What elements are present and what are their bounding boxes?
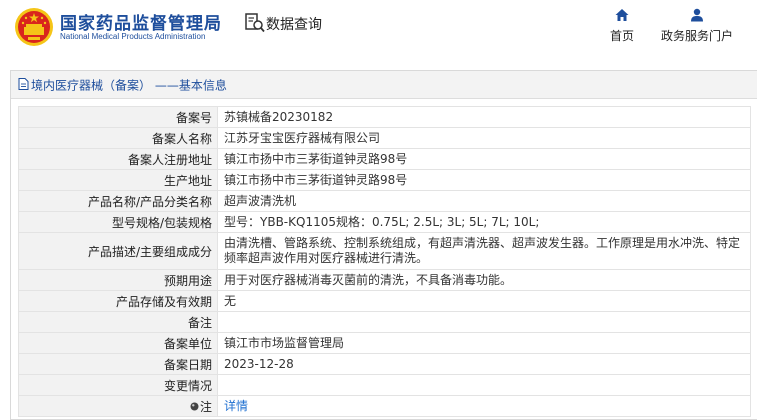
row-value: 超声波清洗机 (217, 190, 751, 212)
note-value-cell: 详情 (217, 395, 751, 417)
row-value: 用于对医疗器械消毒灭菌前的清洗，不具备消毒功能。 (217, 269, 751, 291)
data-query-label[interactable]: 数据查询 (266, 14, 322, 34)
row-value: 型号：YBB-KQ1105规格：0.75L; 2.5L; 3L; 5L; 7L;… (217, 211, 751, 233)
row-value: 2023-12-28 (217, 353, 751, 375)
table-row: 产品描述/主要组成成分 由清洗槽、管路系统、控制系统组成，有超声清洗器、超声波发… (18, 232, 751, 270)
row-value: 无 (217, 290, 751, 312)
row-label: 产品描述/主要组成成分 (18, 232, 218, 270)
table-row: 备注 (18, 311, 751, 333)
table-row: 变更情况 (18, 374, 751, 396)
nav-home-label: 首页 (609, 29, 634, 43)
row-label: 备案号 (18, 106, 218, 128)
national-emblem-icon[interactable] (14, 7, 54, 47)
row-label: 生产地址 (18, 169, 218, 191)
detail-panel: 境内医疗器械（备案） ——基本信息 备案号 苏镇械备20230182 备案人名称… (10, 70, 757, 420)
table-row: 备案日期 2023-12-28 (18, 353, 751, 375)
row-value: 苏镇械备20230182 (217, 106, 751, 128)
row-label: 型号规格/包装规格 (18, 211, 218, 233)
row-label: 产品名称/产品分类名称 (18, 190, 218, 212)
table-row: 备案人注册地址 镇江市扬中市三茅街道钟灵路98号 (18, 148, 751, 170)
row-value (217, 374, 751, 396)
table-row: 产品存储及有效期 无 (18, 290, 751, 312)
panel-title: 境内医疗器械（备案） ——基本信息 (31, 78, 227, 93)
table-row: 产品名称/产品分类名称 超声波清洗机 (18, 190, 751, 212)
row-label: 产品存储及有效期 (18, 290, 218, 312)
row-value: 镇江市扬中市三茅街道钟灵路98号 (217, 169, 751, 191)
home-icon (615, 9, 629, 21)
site-header: 国家药品监督管理局 National Medical Products Admi… (0, 0, 757, 60)
panel-header: 境内医疗器械（备案） ——基本信息 (11, 71, 757, 99)
details-link[interactable]: 详情 (224, 399, 248, 413)
row-label: 备注 (18, 311, 218, 333)
table-row: 备案人名称 江苏牙宝宝医疗器械有限公司 (18, 127, 751, 149)
document-icon (18, 78, 29, 90)
table-row: 生产地址 镇江市扬中市三茅街道钟灵路98号 (18, 169, 751, 191)
pin-icon (190, 402, 199, 410)
row-label: 备案人注册地址 (18, 148, 218, 170)
row-value (217, 311, 751, 333)
table-row: 备案单位 镇江市市场监督管理局 (18, 332, 751, 354)
detail-table: 备案号 苏镇械备20230182 备案人名称 江苏牙宝宝医疗器械有限公司 备案人… (18, 106, 751, 417)
row-label: 变更情况 (18, 374, 218, 396)
user-icon (691, 8, 703, 22)
row-label: 预期用途 (18, 269, 218, 291)
table-row: 备案号 苏镇械备20230182 (18, 106, 751, 128)
nav-service-portal-label: 政务服务门户 (660, 29, 733, 43)
note-label: 注 (199, 399, 212, 414)
note-label-cell: 注 (18, 395, 218, 417)
table-row-note: 注 详情 (18, 395, 751, 417)
row-value: 镇江市扬中市三茅街道钟灵路98号 (217, 148, 751, 170)
row-value: 镇江市市场监督管理局 (217, 332, 751, 354)
row-label: 备案人名称 (18, 127, 218, 149)
nav-service-portal[interactable]: 政务服务门户 (658, 8, 736, 44)
search-document-icon (245, 13, 265, 33)
row-value: 由清洗槽、管路系统、控制系统组成，有超声清洗器、超声波发生器。工作原理是用水冲洗… (217, 232, 751, 270)
table-row: 型号规格/包装规格 型号：YBB-KQ1105规格：0.75L; 2.5L; 3… (18, 211, 751, 233)
row-label: 备案日期 (18, 353, 218, 375)
agency-name-english: National Medical Products Administration (60, 32, 206, 41)
agency-name[interactable]: 国家药品监督管理局 (60, 9, 222, 34)
row-label: 备案单位 (18, 332, 218, 354)
row-value: 江苏牙宝宝医疗器械有限公司 (217, 127, 751, 149)
nav-home[interactable]: 首页 (604, 8, 640, 44)
table-row: 预期用途 用于对医疗器械消毒灭菌前的清洗，不具备消毒功能。 (18, 269, 751, 291)
